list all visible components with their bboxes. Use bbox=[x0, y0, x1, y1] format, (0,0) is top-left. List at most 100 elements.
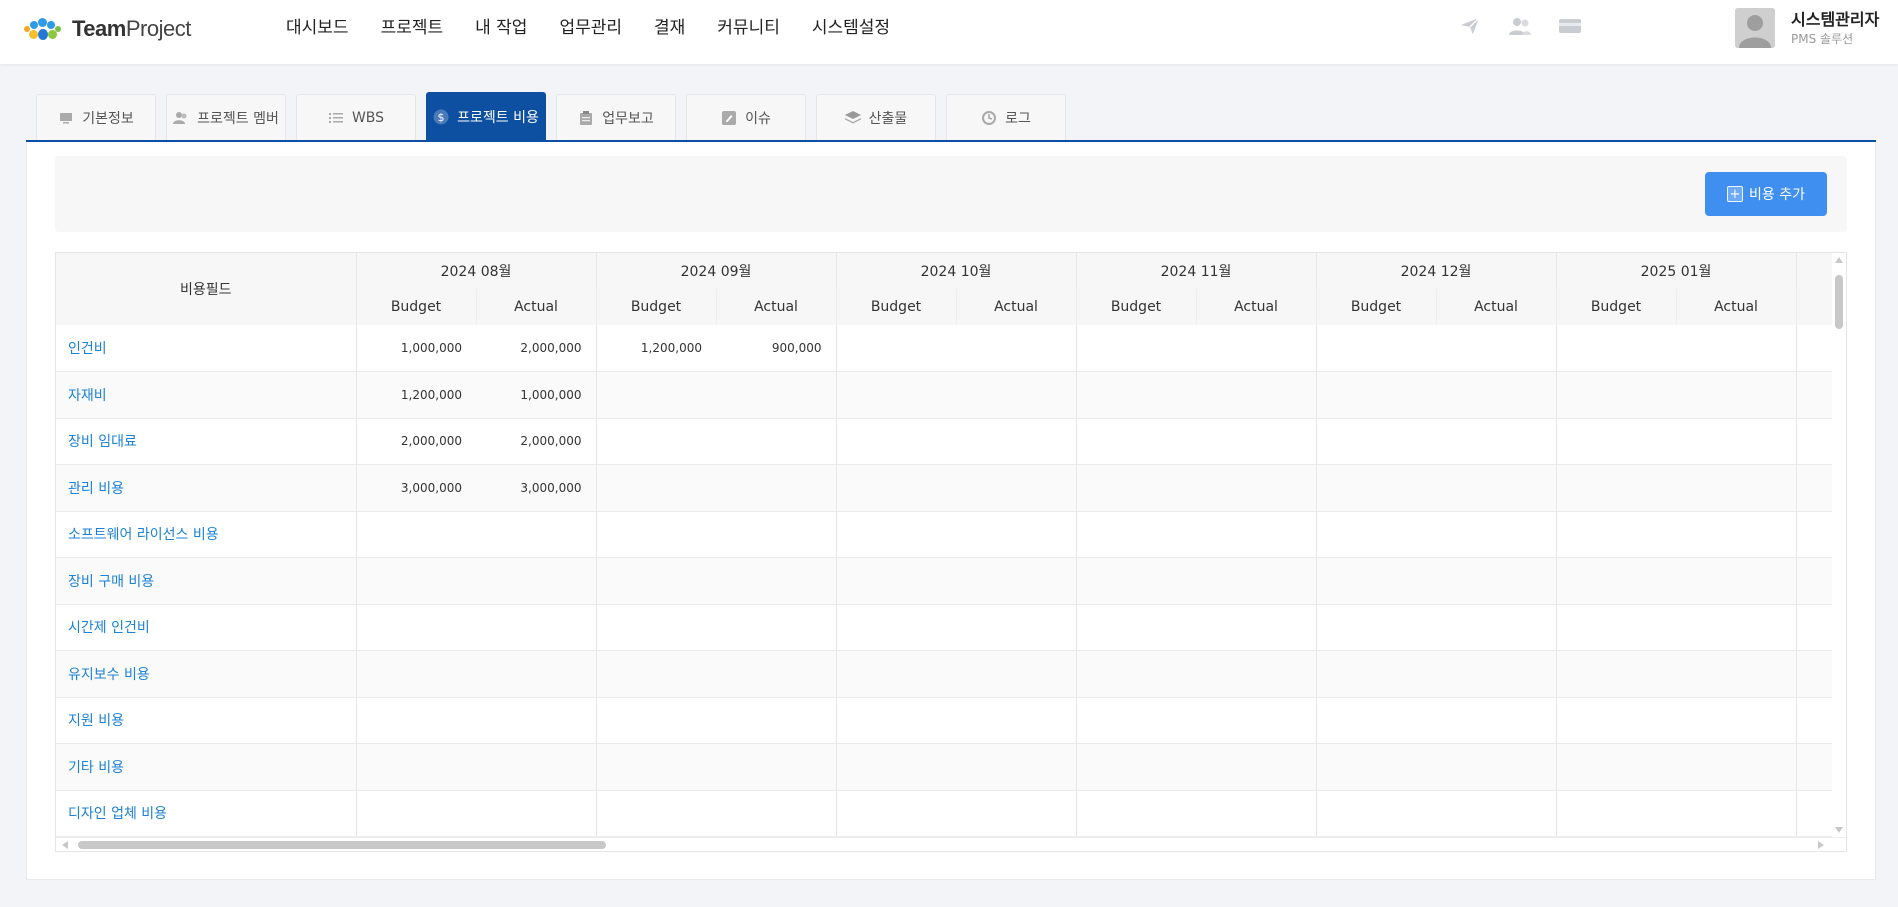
actual-cell[interactable] bbox=[956, 325, 1077, 372]
actual-cell[interactable] bbox=[1436, 418, 1557, 465]
actual-cell[interactable] bbox=[1436, 650, 1557, 698]
budget-cell[interactable] bbox=[1556, 557, 1676, 605]
actual-cell[interactable] bbox=[1436, 511, 1557, 558]
budget-cell[interactable] bbox=[356, 697, 476, 744]
budget-cell[interactable] bbox=[836, 650, 956, 698]
actual-cell[interactable] bbox=[1676, 557, 1797, 605]
cost-field-link[interactable]: 자재비 bbox=[56, 371, 357, 419]
actual-cell[interactable] bbox=[956, 604, 1077, 651]
actual-cell[interactable] bbox=[1676, 604, 1797, 651]
nav-task-management[interactable]: 업무관리 bbox=[543, 16, 638, 40]
actual-cell[interactable] bbox=[956, 743, 1077, 791]
cost-field-link[interactable]: 디자인 업체 비용 bbox=[56, 790, 357, 837]
actual-cell[interactable] bbox=[1676, 790, 1797, 837]
actual-cell[interactable] bbox=[476, 743, 597, 791]
cost-field-link[interactable]: 시간제 인건비 bbox=[56, 604, 357, 651]
actual-cell[interactable] bbox=[1676, 418, 1797, 465]
actual-cell[interactable] bbox=[1436, 790, 1557, 837]
actual-cell[interactable]: 900,000 bbox=[716, 325, 837, 372]
actual-cell[interactable] bbox=[956, 650, 1077, 698]
avatar[interactable] bbox=[1735, 8, 1775, 48]
actual-cell[interactable] bbox=[1436, 743, 1557, 791]
budget-cell[interactable] bbox=[1316, 464, 1436, 512]
actual-cell[interactable] bbox=[1436, 325, 1557, 372]
budget-cell[interactable] bbox=[596, 511, 716, 558]
budget-cell[interactable] bbox=[596, 650, 716, 698]
tab-deliverables[interactable]: 산출물 bbox=[816, 94, 936, 140]
budget-cell[interactable] bbox=[1076, 743, 1196, 791]
cost-field-link[interactable]: 장비 임대료 bbox=[56, 418, 357, 465]
actual-cell[interactable] bbox=[956, 697, 1077, 744]
budget-cell[interactable] bbox=[596, 418, 716, 465]
budget-cell[interactable]: 1,000,000 bbox=[356, 325, 476, 372]
scroll-down-icon[interactable] bbox=[1835, 827, 1843, 833]
budget-cell[interactable]: 3,000,000 bbox=[356, 464, 476, 512]
budget-cell[interactable] bbox=[1076, 557, 1196, 605]
budget-cell[interactable] bbox=[1076, 371, 1196, 419]
budget-cell[interactable] bbox=[1076, 697, 1196, 744]
actual-cell[interactable] bbox=[1436, 604, 1557, 651]
actual-cell[interactable] bbox=[716, 604, 837, 651]
tab-basic-info[interactable]: 기본정보 bbox=[36, 94, 156, 140]
nav-project[interactable]: 프로젝트 bbox=[365, 16, 460, 40]
budget-cell[interactable] bbox=[356, 557, 476, 605]
actual-cell[interactable] bbox=[476, 511, 597, 558]
actual-cell[interactable] bbox=[1676, 743, 1797, 791]
actual-cell[interactable] bbox=[1436, 371, 1557, 419]
budget-cell[interactable] bbox=[1556, 650, 1676, 698]
budget-cell[interactable] bbox=[1556, 464, 1676, 512]
actual-cell[interactable] bbox=[956, 557, 1077, 605]
budget-cell[interactable] bbox=[356, 743, 476, 791]
actual-cell[interactable] bbox=[716, 743, 837, 791]
budget-cell[interactable] bbox=[596, 557, 716, 605]
budget-cell[interactable] bbox=[836, 697, 956, 744]
actual-cell[interactable] bbox=[476, 790, 597, 837]
budget-cell[interactable] bbox=[1316, 604, 1436, 651]
budget-cell[interactable] bbox=[1556, 325, 1676, 372]
actual-cell[interactable] bbox=[716, 790, 837, 837]
budget-cell[interactable] bbox=[1316, 697, 1436, 744]
actual-cell[interactable] bbox=[476, 650, 597, 698]
actual-cell[interactable]: 2,000,000 bbox=[476, 325, 597, 372]
budget-cell[interactable] bbox=[1316, 511, 1436, 558]
scroll-right-icon[interactable] bbox=[1818, 841, 1824, 849]
actual-cell[interactable] bbox=[1676, 697, 1797, 744]
actual-cell[interactable] bbox=[1676, 371, 1797, 419]
actual-cell[interactable] bbox=[1196, 464, 1317, 512]
budget-cell[interactable] bbox=[1076, 790, 1196, 837]
logo[interactable]: TeamProject bbox=[24, 14, 191, 44]
budget-cell[interactable] bbox=[596, 464, 716, 512]
budget-cell[interactable] bbox=[1556, 697, 1676, 744]
tab-work-report[interactable]: 업무보고 bbox=[556, 94, 676, 140]
nav-dashboard[interactable]: 대시보드 bbox=[286, 16, 365, 40]
actual-cell[interactable] bbox=[1196, 511, 1317, 558]
actual-cell[interactable] bbox=[1676, 464, 1797, 512]
budget-cell[interactable] bbox=[1076, 418, 1196, 465]
actual-cell[interactable]: 2,000,000 bbox=[476, 418, 597, 465]
budget-cell[interactable] bbox=[1556, 511, 1676, 558]
actual-cell[interactable] bbox=[1436, 697, 1557, 744]
budget-cell[interactable] bbox=[1316, 650, 1436, 698]
tab-project-members[interactable]: 프로젝트 멤버 bbox=[166, 94, 286, 140]
budget-cell[interactable] bbox=[1076, 511, 1196, 558]
cost-field-link[interactable]: 유지보수 비용 bbox=[56, 650, 357, 698]
budget-cell[interactable] bbox=[836, 418, 956, 465]
budget-cell[interactable] bbox=[1556, 371, 1676, 419]
budget-cell[interactable] bbox=[356, 604, 476, 651]
user-info[interactable]: 시스템관리자 PMS 솔루션 bbox=[1791, 10, 1879, 48]
tab-wbs[interactable]: WBS bbox=[296, 94, 416, 140]
budget-cell[interactable] bbox=[1316, 418, 1436, 465]
cost-field-link[interactable]: 소프트웨어 라이선스 비용 bbox=[56, 511, 357, 558]
cost-field-link[interactable]: 지원 비용 bbox=[56, 697, 357, 744]
actual-cell[interactable] bbox=[1436, 557, 1557, 605]
scroll-thumb[interactable] bbox=[78, 841, 606, 849]
budget-cell[interactable] bbox=[836, 743, 956, 791]
budget-cell[interactable] bbox=[836, 464, 956, 512]
actual-cell[interactable] bbox=[956, 511, 1077, 558]
actual-cell[interactable] bbox=[956, 418, 1077, 465]
actual-cell[interactable] bbox=[716, 697, 837, 744]
card-icon[interactable] bbox=[1558, 14, 1582, 38]
budget-cell[interactable] bbox=[1076, 650, 1196, 698]
budget-cell[interactable]: 1,200,000 bbox=[596, 325, 716, 372]
budget-cell[interactable] bbox=[596, 790, 716, 837]
